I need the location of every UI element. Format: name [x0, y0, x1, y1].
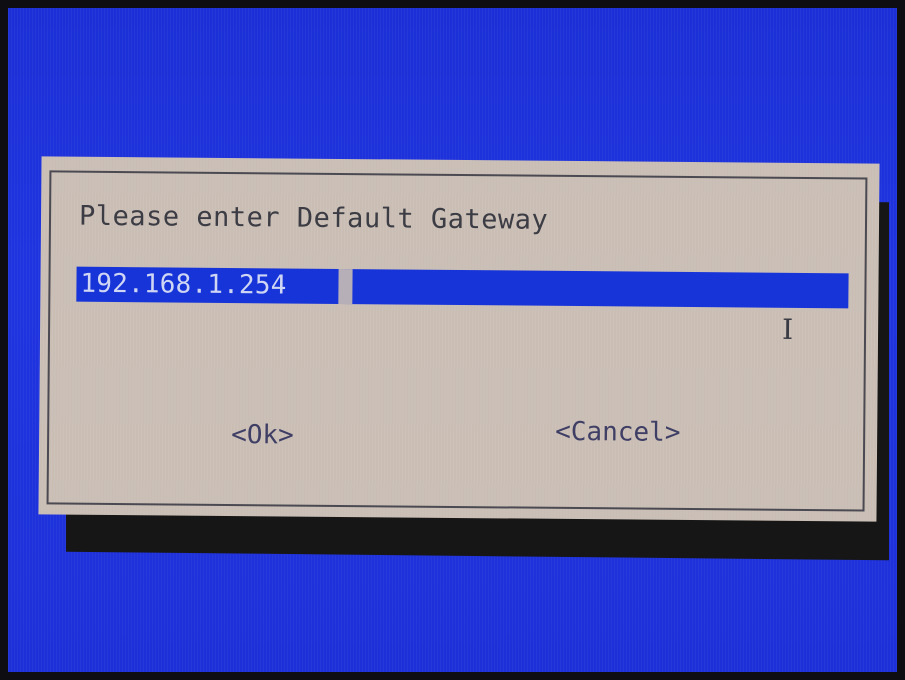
terminal-screen: Please enter Default Gateway 192.168.1.2…: [8, 8, 897, 672]
gateway-dialog: Please enter Default Gateway 192.168.1.2…: [38, 156, 880, 522]
i-beam-cursor-icon: I: [781, 312, 794, 346]
dialog-prompt: Please enter Default Gateway: [78, 200, 549, 236]
ok-button[interactable]: <Ok>: [231, 420, 294, 451]
text-cursor-block: [338, 268, 353, 305]
cancel-button[interactable]: <Cancel>: [555, 417, 680, 448]
gateway-input-value[interactable]: 192.168.1.254: [80, 269, 286, 301]
gateway-input[interactable]: 192.168.1.254: [76, 266, 849, 309]
